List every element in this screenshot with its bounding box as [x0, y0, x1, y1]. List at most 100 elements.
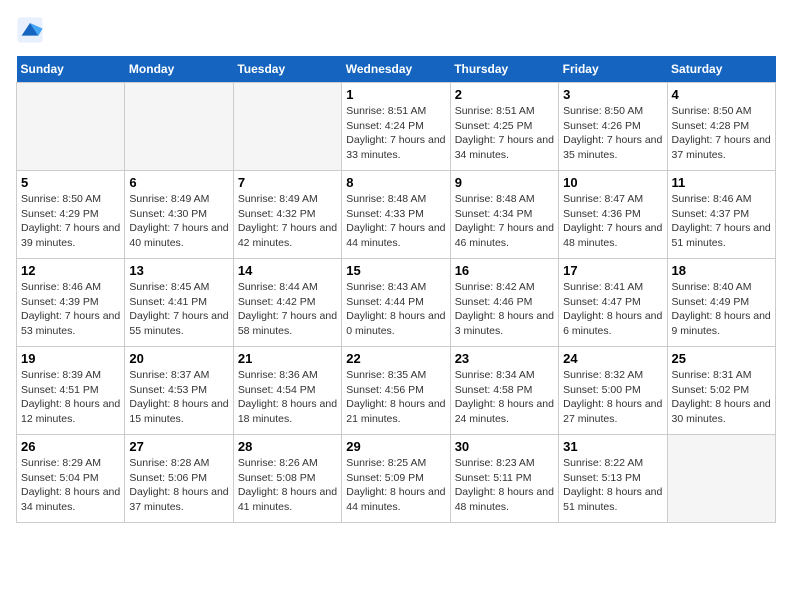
day-number: 23 [455, 351, 554, 366]
week-row-2: 12 Sunrise: 8:46 AM Sunset: 4:39 PM Dayli… [17, 259, 776, 347]
day-number: 25 [672, 351, 771, 366]
day-cell: 1 Sunrise: 8:51 AM Sunset: 4:24 PM Daylig… [342, 83, 450, 171]
day-cell: 22Sunrise: 8:35 AM Sunset: 4:56 PM Dayli… [342, 347, 450, 435]
day-detail: Sunrise: 8:37 AM Sunset: 4:53 PM Dayligh… [129, 368, 228, 427]
day-number: 15 [346, 263, 445, 278]
day-number: 13 [129, 263, 228, 278]
day-cell: 25 Sunrise: 8:31 AM Sunset: 5:02 PM Dayli… [667, 347, 775, 435]
day-cell: 13 Sunrise: 8:45 AM Sunset: 4:41 PM Dayli… [125, 259, 233, 347]
day-number: 10 [563, 175, 662, 190]
day-number: 14 [238, 263, 337, 278]
day-cell: 28 Sunrise: 8:26 AM Sunset: 5:08 PM Dayli… [233, 435, 341, 523]
day-number: 29 [346, 439, 445, 454]
logo-icon [16, 16, 44, 44]
day-detail: Sunrise: 8:35 AM Sunset: 4:56 PM Dayligh… [346, 368, 445, 427]
day-cell: 9Sunrise: 8:48 AM Sunset: 4:34 PM Daylig… [450, 171, 558, 259]
day-detail: Sunrise: 8:50 AM Sunset: 4:26 PM Dayligh… [563, 104, 662, 163]
day-detail: Sunrise: 8:47 AM Sunset: 4:36 PM Dayligh… [563, 192, 662, 251]
day-detail: Sunrise: 8:41 AM Sunset: 4:47 PM Dayligh… [563, 280, 662, 339]
day-cell [17, 83, 125, 171]
day-cell [125, 83, 233, 171]
weekday-header-row: SundayMondayTuesdayWednesdayThursdayFrid… [17, 56, 776, 83]
day-cell: 26 Sunrise: 8:29 AM Sunset: 5:04 PM Dayli… [17, 435, 125, 523]
day-number: 28 [238, 439, 337, 454]
day-detail: Sunrise: 8:34 AM Sunset: 4:58 PM Dayligh… [455, 368, 554, 427]
day-detail: Sunrise: 8:43 AM Sunset: 4:44 PM Dayligh… [346, 280, 445, 339]
day-cell: 4 Sunrise: 8:50 AM Sunset: 4:28 PM Daylig… [667, 83, 775, 171]
day-number: 5 [21, 175, 120, 190]
day-detail: Sunrise: 8:23 AM Sunset: 5:11 PM Dayligh… [455, 456, 554, 515]
weekday-saturday: Saturday [667, 56, 775, 83]
calendar-table: SundayMondayTuesdayWednesdayThursdayFrid… [16, 56, 776, 523]
day-number: 12 [21, 263, 120, 278]
week-row-0: 1 Sunrise: 8:51 AM Sunset: 4:24 PM Daylig… [17, 83, 776, 171]
day-cell: 6 Sunrise: 8:49 AM Sunset: 4:30 PM Daylig… [125, 171, 233, 259]
day-cell: 19 Sunrise: 8:39 AM Sunset: 4:51 PM Dayli… [17, 347, 125, 435]
day-detail: Sunrise: 8:31 AM Sunset: 5:02 PM Dayligh… [672, 368, 771, 427]
day-number: 17 [563, 263, 662, 278]
day-detail: Sunrise: 8:36 AM Sunset: 4:54 PM Dayligh… [238, 368, 337, 427]
day-detail: Sunrise: 8:39 AM Sunset: 4:51 PM Dayligh… [21, 368, 120, 427]
day-detail: Sunrise: 8:28 AM Sunset: 5:06 PM Dayligh… [129, 456, 228, 515]
day-detail: Sunrise: 8:46 AM Sunset: 4:39 PM Dayligh… [21, 280, 120, 339]
day-cell: 14 Sunrise: 8:44 AM Sunset: 4:42 PM Dayli… [233, 259, 341, 347]
day-cell: 16 Sunrise: 8:42 AM Sunset: 4:46 PM Dayli… [450, 259, 558, 347]
day-detail: Sunrise: 8:50 AM Sunset: 4:28 PM Dayligh… [672, 104, 771, 163]
day-number: 21 [238, 351, 337, 366]
day-number: 2 [455, 87, 554, 102]
day-number: 9 [455, 175, 554, 190]
day-detail: Sunrise: 8:48 AM Sunset: 4:33 PM Dayligh… [346, 192, 445, 251]
day-cell: 30 Sunrise: 8:23 AM Sunset: 5:11 PM Dayli… [450, 435, 558, 523]
day-cell: 8Sunrise: 8:48 AM Sunset: 4:33 PM Daylig… [342, 171, 450, 259]
day-detail: Sunrise: 8:26 AM Sunset: 5:08 PM Dayligh… [238, 456, 337, 515]
day-number: 3 [563, 87, 662, 102]
day-detail: Sunrise: 8:49 AM Sunset: 4:30 PM Dayligh… [129, 192, 228, 251]
day-number: 24 [563, 351, 662, 366]
weekday-wednesday: Wednesday [342, 56, 450, 83]
day-detail: Sunrise: 8:45 AM Sunset: 4:41 PM Dayligh… [129, 280, 228, 339]
day-detail: Sunrise: 8:46 AM Sunset: 4:37 PM Dayligh… [672, 192, 771, 251]
day-number: 30 [455, 439, 554, 454]
weekday-monday: Monday [125, 56, 233, 83]
day-cell: 27Sunrise: 8:28 AM Sunset: 5:06 PM Dayli… [125, 435, 233, 523]
day-number: 20 [129, 351, 228, 366]
day-number: 4 [672, 87, 771, 102]
day-number: 6 [129, 175, 228, 190]
day-number: 1 [346, 87, 445, 102]
calendar-body: 1 Sunrise: 8:51 AM Sunset: 4:24 PM Daylig… [17, 83, 776, 523]
day-detail: Sunrise: 8:42 AM Sunset: 4:46 PM Dayligh… [455, 280, 554, 339]
day-detail: Sunrise: 8:40 AM Sunset: 4:49 PM Dayligh… [672, 280, 771, 339]
day-detail: Sunrise: 8:50 AM Sunset: 4:29 PM Dayligh… [21, 192, 120, 251]
day-cell: 17 Sunrise: 8:41 AM Sunset: 4:47 PM Dayli… [559, 259, 667, 347]
day-cell: 31 Sunrise: 8:22 AM Sunset: 5:13 PM Dayli… [559, 435, 667, 523]
day-number: 18 [672, 263, 771, 278]
day-number: 7 [238, 175, 337, 190]
day-detail: Sunrise: 8:51 AM Sunset: 4:25 PM Dayligh… [455, 104, 554, 163]
day-detail: Sunrise: 8:22 AM Sunset: 5:13 PM Dayligh… [563, 456, 662, 515]
weekday-friday: Friday [559, 56, 667, 83]
day-number: 19 [21, 351, 120, 366]
day-cell: 5 Sunrise: 8:50 AM Sunset: 4:29 PM Daylig… [17, 171, 125, 259]
day-number: 31 [563, 439, 662, 454]
day-cell [667, 435, 775, 523]
day-cell: 20 Sunrise: 8:37 AM Sunset: 4:53 PM Dayli… [125, 347, 233, 435]
logo [16, 16, 48, 44]
weekday-sunday: Sunday [17, 56, 125, 83]
day-cell [233, 83, 341, 171]
day-cell: 12 Sunrise: 8:46 AM Sunset: 4:39 PM Dayli… [17, 259, 125, 347]
day-cell: 18 Sunrise: 8:40 AM Sunset: 4:49 PM Dayli… [667, 259, 775, 347]
day-cell: 24Sunrise: 8:32 AM Sunset: 5:00 PM Dayli… [559, 347, 667, 435]
day-cell: 10 Sunrise: 8:47 AM Sunset: 4:36 PM Dayli… [559, 171, 667, 259]
day-cell: 15 Sunrise: 8:43 AM Sunset: 4:44 PM Dayli… [342, 259, 450, 347]
day-detail: Sunrise: 8:44 AM Sunset: 4:42 PM Dayligh… [238, 280, 337, 339]
day-number: 16 [455, 263, 554, 278]
day-cell: 2 Sunrise: 8:51 AM Sunset: 4:25 PM Daylig… [450, 83, 558, 171]
day-number: 26 [21, 439, 120, 454]
day-detail: Sunrise: 8:51 AM Sunset: 4:24 PM Dayligh… [346, 104, 445, 163]
weekday-thursday: Thursday [450, 56, 558, 83]
day-cell: 29Sunrise: 8:25 AM Sunset: 5:09 PM Dayli… [342, 435, 450, 523]
page-header [16, 16, 776, 44]
day-detail: Sunrise: 8:29 AM Sunset: 5:04 PM Dayligh… [21, 456, 120, 515]
day-cell: 21 Sunrise: 8:36 AM Sunset: 4:54 PM Dayli… [233, 347, 341, 435]
day-cell: 7Sunrise: 8:49 AM Sunset: 4:32 PM Daylig… [233, 171, 341, 259]
